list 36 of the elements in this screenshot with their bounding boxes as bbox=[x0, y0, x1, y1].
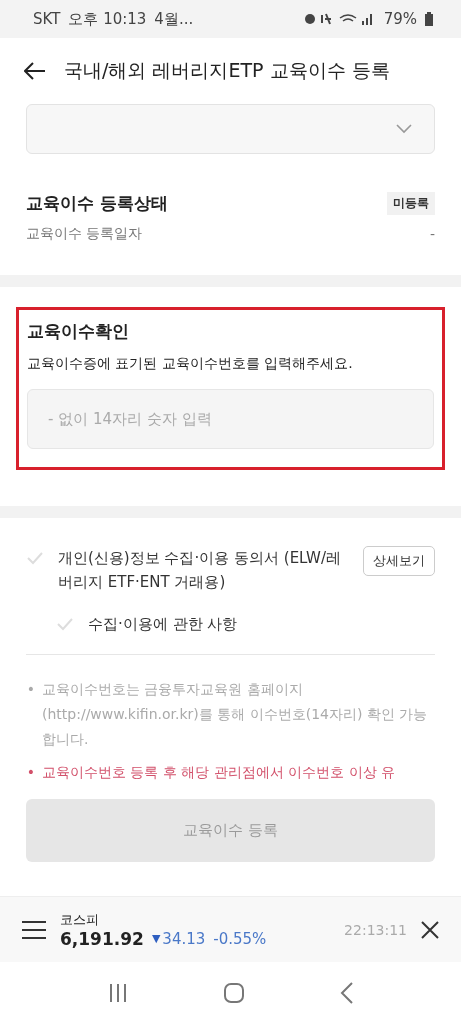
home-icon[interactable] bbox=[222, 982, 245, 1004]
page-title: 국내/해외 레버리지ETP 교육이수 등록 bbox=[64, 58, 390, 83]
carrier: SKT bbox=[33, 10, 61, 28]
check-icon[interactable] bbox=[26, 551, 44, 565]
note-text: 교육이수번호 등록 후 해당 관리점에서 이수번호 이상 유 bbox=[42, 763, 396, 782]
recent-apps-icon[interactable] bbox=[107, 983, 128, 1003]
close-icon[interactable] bbox=[421, 920, 439, 939]
notification-text: 4월... bbox=[154, 9, 194, 29]
chevron-down-icon bbox=[396, 124, 412, 134]
bullet-icon: • bbox=[26, 760, 36, 785]
battery-icon bbox=[425, 12, 433, 26]
consent-label: 개인(신용)정보 수집·이용 동의서 (ELW/레버리지 ETF·ENT 거래용) bbox=[58, 548, 342, 593]
consent-label: 수집·이용에 관한 사항 bbox=[88, 614, 239, 635]
menu-icon[interactable] bbox=[22, 920, 46, 939]
detail-button[interactable]: 상세보기 bbox=[363, 546, 435, 576]
ticker-time: 22:13:11 bbox=[344, 921, 407, 938]
registration-date-value: - bbox=[429, 226, 435, 242]
back-icon[interactable] bbox=[24, 62, 46, 80]
clock: 오후 10:13 bbox=[68, 9, 147, 29]
confirm-title: 교육이수확인 bbox=[27, 320, 130, 343]
signal-icon bbox=[361, 14, 372, 25]
index-name: 코스피 bbox=[60, 910, 100, 929]
check-icon[interactable] bbox=[56, 617, 74, 631]
battery-level: 79% bbox=[383, 10, 417, 28]
index-change: 34.13 bbox=[162, 929, 206, 948]
status-badge: 미등록 bbox=[387, 192, 435, 215]
bullet-icon: • bbox=[26, 677, 36, 752]
confirm-description: 교육이수증에 표기된 교육이수번호를 입력해주세요. bbox=[27, 355, 354, 373]
completion-number-field[interactable]: - 없이 14자리 숫자 입력 bbox=[27, 389, 434, 449]
index-rate: -0.55% bbox=[213, 929, 267, 948]
note-text: 교육이수번호는 금융투자교육원 홈페이지(http://www.kifin.or.kr)를 통해 이수번호(14자리) 확인 가능합니다. bbox=[42, 680, 429, 749]
registration-date-label: 교육이수 등록일자 bbox=[26, 225, 143, 243]
registration-status-title: 교육이수 등록상태 bbox=[26, 192, 168, 215]
index-value: 6,191.92 bbox=[60, 928, 144, 949]
down-arrow-icon: ▼ bbox=[151, 932, 161, 945]
wifi-icon bbox=[338, 14, 357, 22]
